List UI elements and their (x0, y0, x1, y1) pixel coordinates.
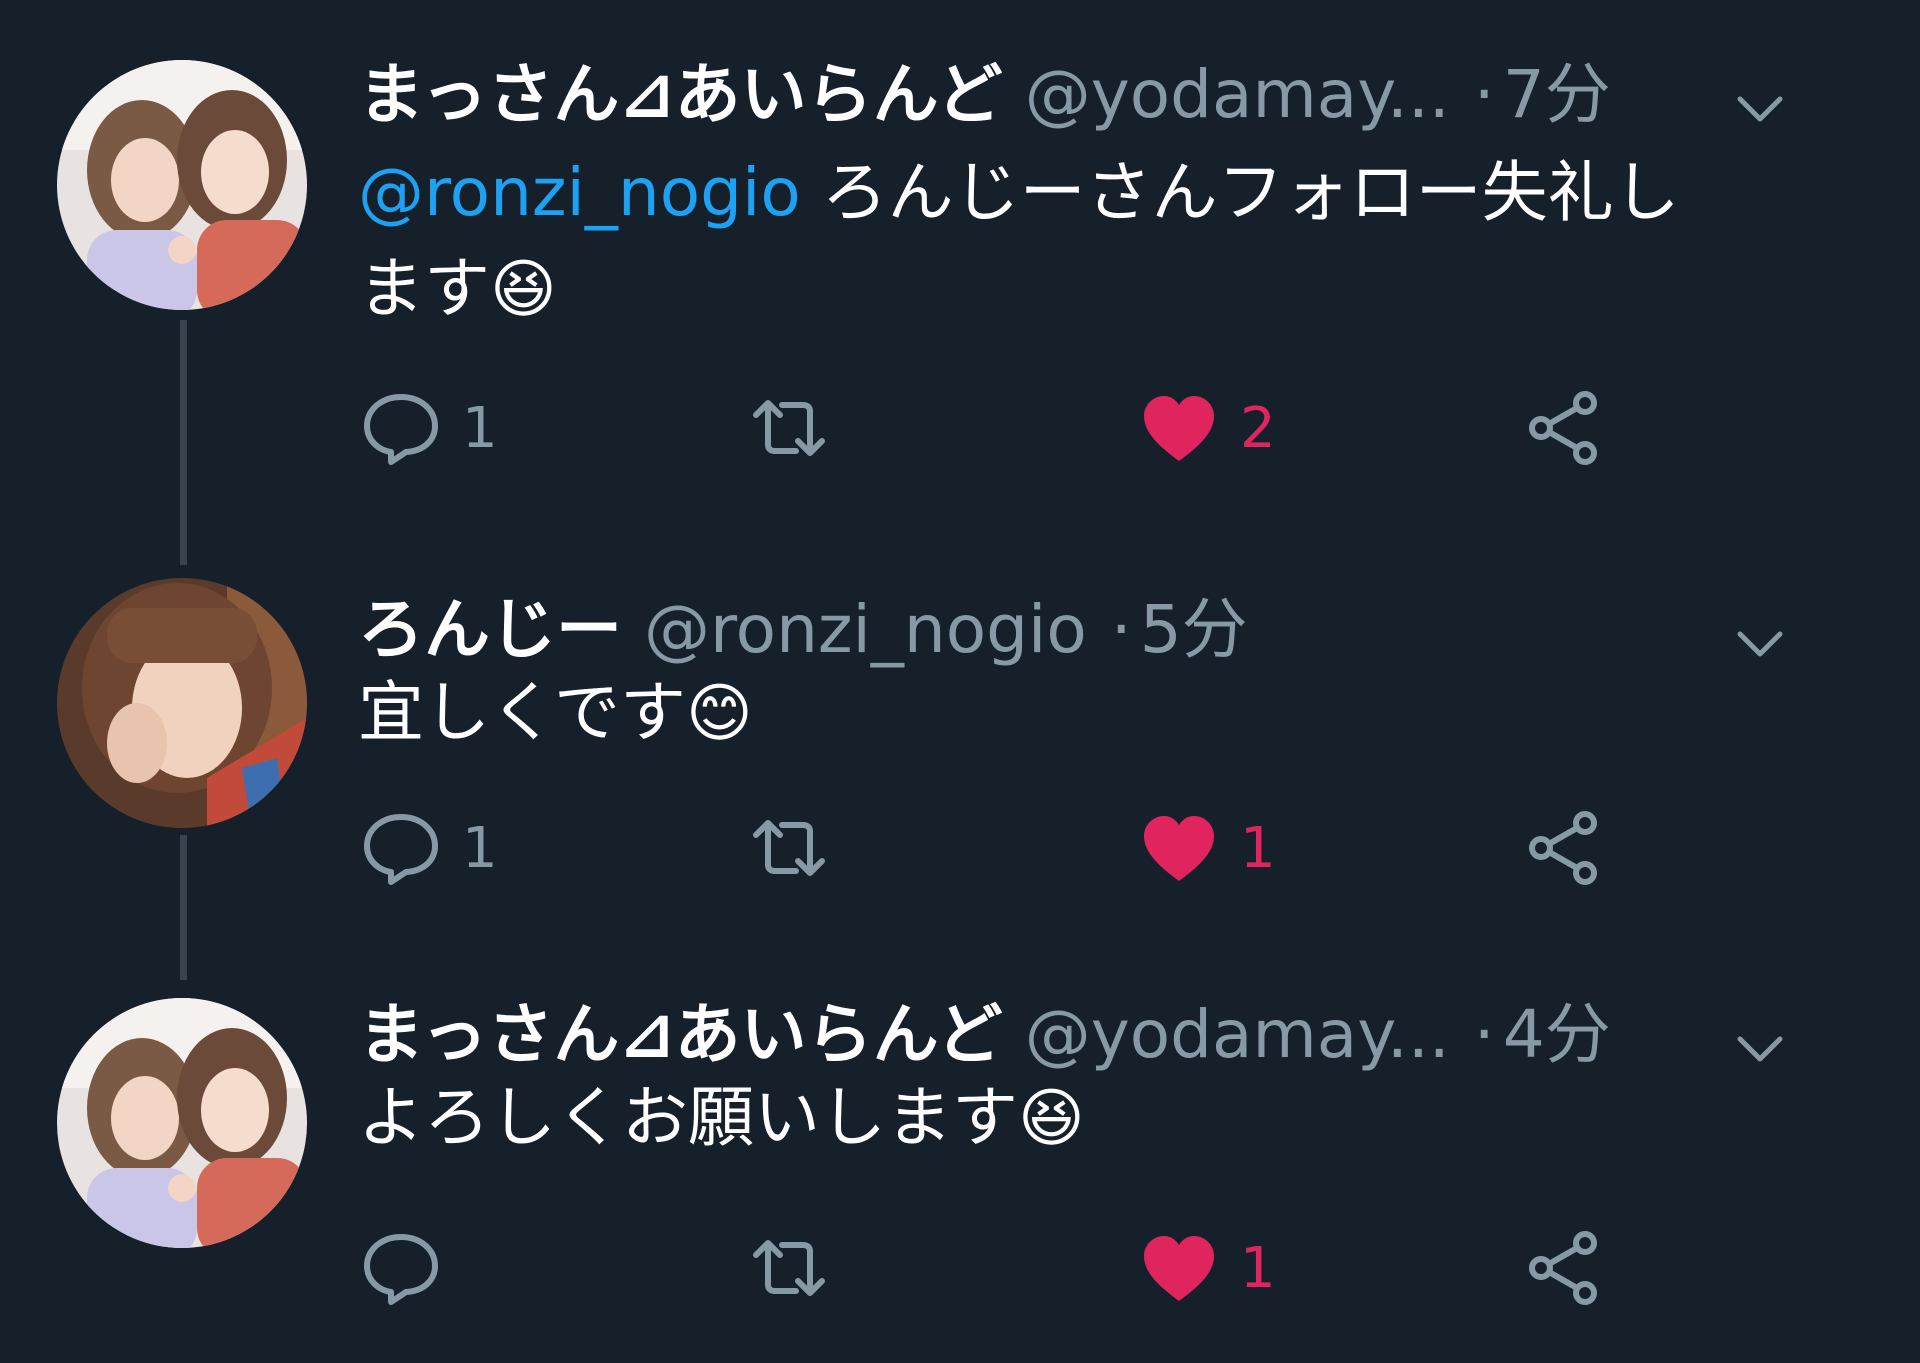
tweet-actions: 1 (0, 1223, 1920, 1313)
avatar-photo (57, 60, 307, 310)
tweet-text-line: よろしくお願いします (358, 1079, 1018, 1156)
retweet-icon (753, 820, 825, 876)
share-icon (1529, 811, 1597, 885)
avatar[interactable] (57, 60, 307, 310)
reply-count: 1 (462, 815, 498, 881)
tweet-actions: 1 2 (0, 383, 1920, 473)
heart-icon (1144, 396, 1214, 461)
avatar-photo (57, 578, 307, 828)
user-handle[interactable]: @yodamay... (1025, 45, 1450, 145)
retweet-button[interactable] (750, 1223, 850, 1313)
like-button[interactable]: 1 (1140, 1223, 1276, 1313)
share-icon (1529, 391, 1597, 465)
share-button[interactable] (1525, 803, 1603, 893)
conversation-thread: まっさん⊿あいらんど @yodamay... · 7分 @ronzi_nogio… (0, 0, 1920, 1363)
timestamp[interactable]: 7分 (1503, 45, 1611, 145)
like-count: 1 (1240, 815, 1276, 881)
laughing-emoji: 😆 (1018, 1082, 1085, 1156)
chevron-down-icon[interactable] (1730, 602, 1790, 662)
tweet-text-line: 宜しくです (358, 674, 687, 751)
heart-icon (1144, 816, 1214, 881)
avatar[interactable] (57, 998, 307, 1248)
retweet-button[interactable] (750, 803, 850, 893)
reply-icon (364, 814, 438, 885)
tweet-text-line: ます (358, 250, 490, 327)
smiling-emoji: 😊 (686, 677, 753, 751)
laughing-emoji: 😆 (490, 253, 557, 327)
reply-count: 1 (462, 395, 498, 461)
display-name[interactable]: まっさん⊿あいらんど (358, 45, 1003, 145)
share-button[interactable] (1525, 383, 1603, 473)
tweet-actions: 1 1 (0, 803, 1920, 893)
retweet-icon (753, 400, 825, 456)
tweet-text: よろしくお願いします😆 (358, 1070, 1818, 1167)
reply-icon (364, 394, 438, 465)
tweet[interactable]: まっさん⊿あいらんど @yodamay... · 4分 よろしくお願いします😆 … (0, 940, 1920, 1363)
tweet-text-line: ろんじーさんフォロー失礼し (800, 154, 1680, 231)
tweet-text: @ronzi_nogio ろんじーさんフォロー失礼し ます😆 (358, 145, 1818, 338)
share-button[interactable] (1525, 1223, 1603, 1313)
like-count: 1 (1240, 1235, 1276, 1301)
reply-icon (364, 1234, 438, 1305)
avatar[interactable] (57, 578, 307, 828)
avatar-photo (57, 998, 307, 1248)
tweet[interactable]: ろんじー @ronzi_nogio · 5分 宜しくです😊 1 1 (0, 520, 1920, 940)
tweet[interactable]: まっさん⊿あいらんど @yodamay... · 7分 @ronzi_nogio… (0, 0, 1920, 520)
retweet-button[interactable] (750, 383, 850, 473)
share-icon (1529, 1231, 1597, 1305)
retweet-icon (753, 1240, 825, 1296)
mention-link[interactable]: @ronzi_nogio (358, 154, 801, 231)
time-separator: · (1473, 56, 1495, 133)
reply-button[interactable]: 1 (362, 803, 498, 893)
chevron-down-icon[interactable] (1730, 67, 1790, 127)
tweet-text: 宜しくです😊 (358, 665, 1818, 762)
tweet-header: まっさん⊿あいらんど @yodamay... · 7分 (358, 45, 1800, 145)
heart-icon (1144, 1236, 1214, 1301)
chevron-down-icon[interactable] (1730, 1007, 1790, 1067)
reply-button[interactable] (362, 1223, 462, 1313)
like-button[interactable]: 1 (1140, 803, 1276, 893)
like-button[interactable]: 2 (1140, 383, 1276, 473)
reply-button[interactable]: 1 (362, 383, 498, 473)
like-count: 2 (1240, 395, 1276, 461)
